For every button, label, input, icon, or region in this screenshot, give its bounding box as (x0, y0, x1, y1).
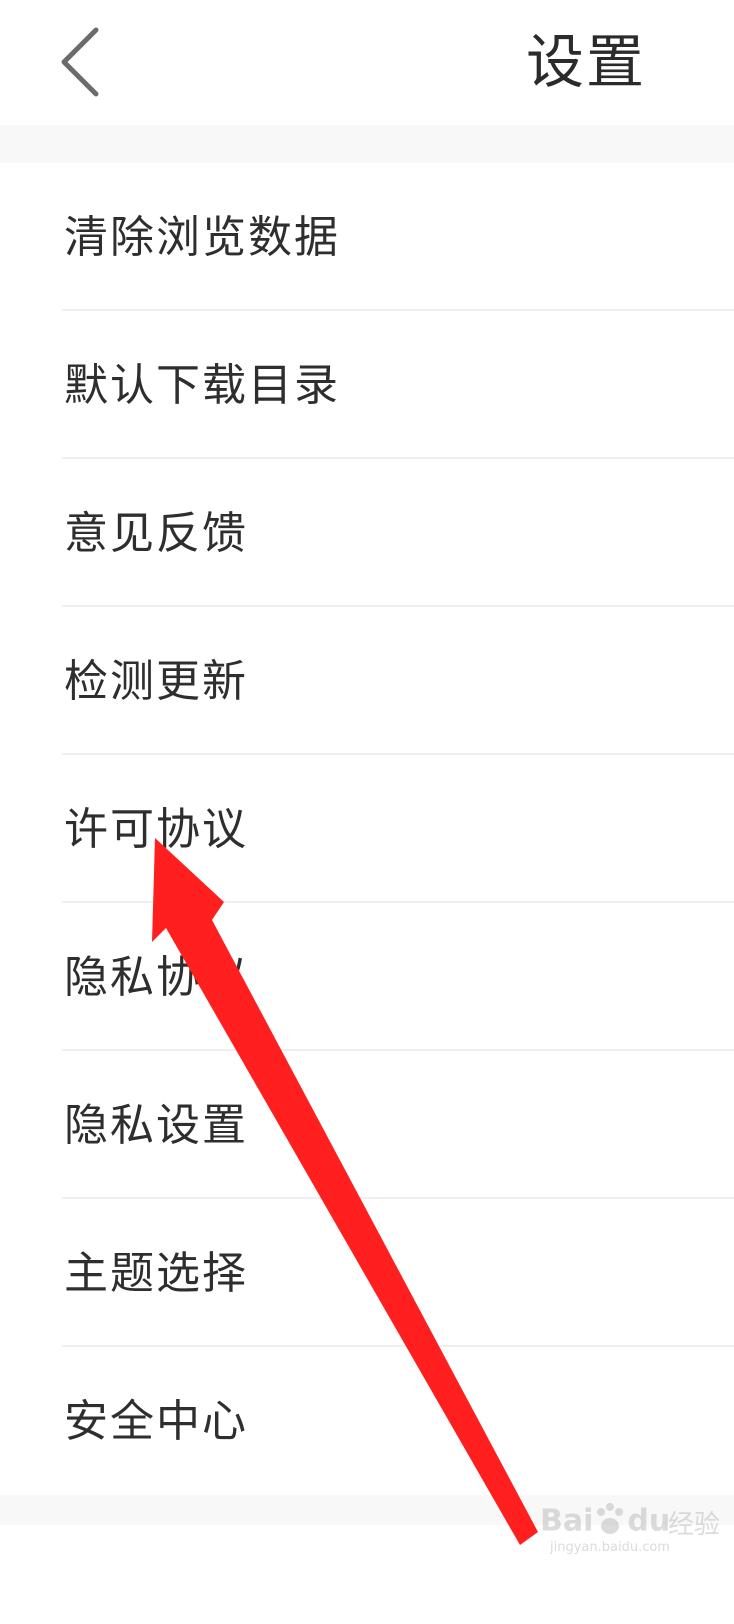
menu-item-security-center[interactable]: 安全中心 (0, 1347, 734, 1495)
menu-item-label: 隐私设置 (64, 1100, 248, 1151)
menu-item-license-agreement[interactable]: 许可协议 (0, 755, 734, 903)
section-gap-bottom (0, 1495, 734, 1525)
menu-item-default-download-directory[interactable]: 默认下载目录 (0, 311, 734, 459)
menu-item-label: 许可协议 (64, 804, 248, 855)
back-button[interactable] (52, 22, 112, 102)
top-bar: 设置 (0, 0, 734, 125)
menu-item-theme-selection[interactable]: 主题选择 (0, 1199, 734, 1347)
watermark-domain: jingyan.baidu.com (550, 1540, 670, 1555)
menu-item-label: 默认下载目录 (64, 360, 340, 411)
settings-menu-list: 清除浏览数据 默认下载目录 意见反馈 检测更新 许可协议 隐私协议 隐私设置 主… (0, 163, 734, 1495)
menu-item-feedback[interactable]: 意见反馈 (0, 459, 734, 607)
menu-item-label: 安全中心 (64, 1396, 248, 1447)
page-title: 设置 (525, 28, 646, 96)
section-gap-top (0, 125, 734, 163)
chevron-left-icon (61, 27, 99, 97)
menu-item-label: 清除浏览数据 (64, 212, 340, 263)
menu-item-label: 主题选择 (64, 1248, 248, 1299)
menu-item-privacy-agreement[interactable]: 隐私协议 (0, 903, 734, 1051)
settings-screen: 设置 清除浏览数据 默认下载目录 意见反馈 检测更新 许可协议 隐私协议 隐私设 (0, 0, 734, 1624)
menu-item-privacy-settings[interactable]: 隐私设置 (0, 1051, 734, 1199)
menu-item-label: 意见反馈 (64, 508, 248, 559)
menu-item-label: 检测更新 (64, 656, 248, 707)
menu-item-check-update[interactable]: 检测更新 (0, 607, 734, 755)
menu-item-clear-browsing-data[interactable]: 清除浏览数据 (0, 163, 734, 311)
menu-item-label: 隐私协议 (64, 952, 248, 1003)
